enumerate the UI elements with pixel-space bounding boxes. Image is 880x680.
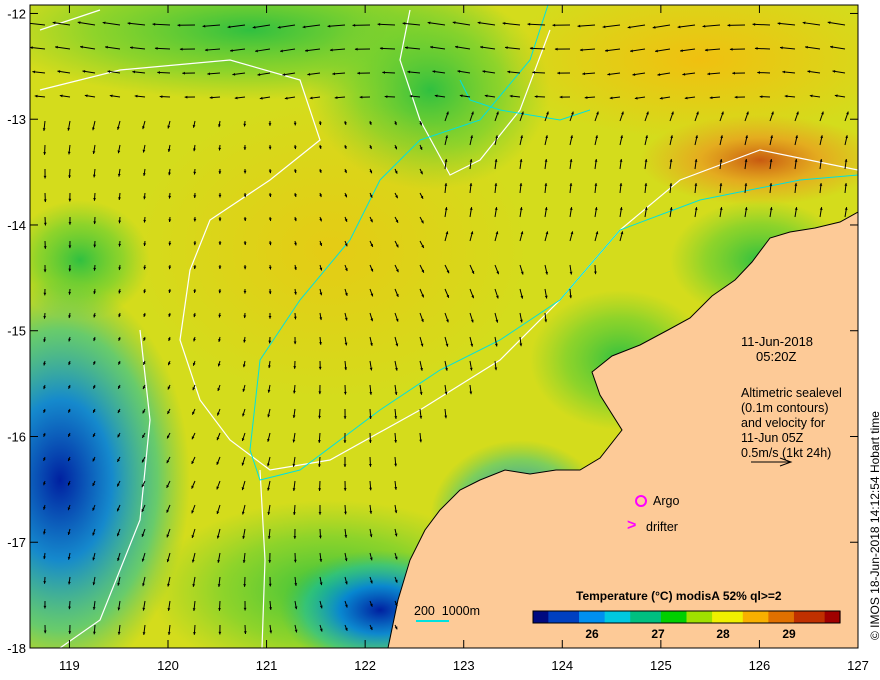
colorbar-segment xyxy=(635,611,642,623)
y-tick-label: -12 xyxy=(7,6,26,21)
x-tick-label: 120 xyxy=(157,658,179,673)
colorbar-segment xyxy=(640,611,647,623)
colorbar-segment xyxy=(768,611,775,623)
drifter-label: drifter xyxy=(646,520,678,534)
colorbar-segment xyxy=(706,611,713,623)
colorbar-segment xyxy=(533,611,539,623)
colorbar-segment xyxy=(681,611,688,623)
colorbar-segment xyxy=(655,611,662,623)
colorbar-segment xyxy=(758,611,764,623)
colorbar-segment xyxy=(568,611,575,623)
x-tick-label: 126 xyxy=(749,658,771,673)
colorbar-segment xyxy=(778,611,785,623)
colorbar-segment xyxy=(584,611,590,623)
y-tick-label: -14 xyxy=(7,218,26,233)
annotation-desc-line: 0.5m/s (1kt 24h) xyxy=(741,446,832,460)
annotation-desc-line: and velocity for xyxy=(741,416,826,430)
colorbar-segment xyxy=(737,611,744,623)
x-tick-label: 119 xyxy=(59,658,80,673)
annotation-time: 05:20Z xyxy=(756,349,797,364)
colorbar-segment xyxy=(824,611,831,623)
y-tick-label: -15 xyxy=(7,324,26,339)
bathymetry-legend-label: 200 1000m xyxy=(414,604,481,618)
colorbar-tick: 26 xyxy=(585,627,599,641)
y-tick-label: -13 xyxy=(7,112,26,127)
colorbar-segment xyxy=(676,611,682,623)
y-tick-label: -18 xyxy=(7,641,26,656)
colorbar-segment xyxy=(763,611,769,623)
colorbar-segment xyxy=(579,611,585,623)
drifter-marker-icon: > xyxy=(627,517,637,534)
colorbar-segment xyxy=(573,611,580,623)
y-tick-label: -17 xyxy=(7,535,26,550)
colorbar-segment xyxy=(691,611,698,623)
colorbar-segment xyxy=(732,611,739,623)
x-tick-label: 125 xyxy=(650,658,672,673)
colorbar-segment xyxy=(727,611,734,623)
colorbar-segment xyxy=(829,611,836,623)
colorbar-segment xyxy=(701,611,708,623)
annotation-desc-line: (0.1m contours) xyxy=(741,401,829,415)
colorbar-segment xyxy=(804,611,810,623)
colorbar-segment xyxy=(543,611,549,623)
colorbar-segment xyxy=(712,611,718,623)
colorbar-segment xyxy=(563,611,570,623)
colorbar-segment xyxy=(599,611,606,623)
x-tick-label: 122 xyxy=(354,658,376,673)
colorbar-segment xyxy=(625,611,631,623)
colorbar-segment xyxy=(666,611,672,623)
colorbar-segment xyxy=(819,611,826,623)
colorbar-segment xyxy=(717,611,723,623)
colorbar-segment xyxy=(686,611,693,623)
colorbar-segment xyxy=(630,611,636,623)
colorbar-segment xyxy=(747,611,754,623)
x-tick-label: 124 xyxy=(551,658,573,673)
colorbar-segment xyxy=(753,611,759,623)
colorbar xyxy=(532,610,841,624)
y-tick-label: -16 xyxy=(7,429,26,444)
x-tick-label: 127 xyxy=(847,658,869,673)
colorbar-segment xyxy=(809,611,816,623)
colorbar-segment xyxy=(604,611,611,623)
credit-text: © IMOS 18-Jun-2018 14:12:54 Hobart time xyxy=(868,411,880,640)
annotation-desc-line: Altimetric sealevel xyxy=(741,386,842,400)
colorbar-segment xyxy=(614,611,621,623)
annotation-desc-line: 11-Jun 05Z xyxy=(741,431,804,445)
colorbar-tick: 29 xyxy=(782,627,796,641)
x-tick-label: 123 xyxy=(453,658,475,673)
colorbar-segment xyxy=(538,611,544,623)
argo-label: Argo xyxy=(653,494,680,508)
colorbar-segment xyxy=(773,611,780,623)
colorbar-segment xyxy=(783,611,790,623)
colorbar-segment xyxy=(558,611,565,623)
colorbar-segment xyxy=(722,611,729,623)
colorbar-segment xyxy=(619,611,626,623)
colorbar-segment xyxy=(742,611,749,623)
colorbar-segment xyxy=(793,611,800,623)
colorbar-segment xyxy=(788,611,795,623)
colorbar-segment xyxy=(589,611,595,623)
colorbar-tick: 28 xyxy=(716,627,730,641)
annotation-description: Altimetric sealevel (0.1m contours) and ve… xyxy=(741,386,842,461)
colorbar-title: Temperature (°C) modisA 52% ql>=2 xyxy=(576,589,782,603)
colorbar-segment xyxy=(645,611,652,623)
colorbar-segment xyxy=(609,611,616,623)
annotation-date: 11-Jun-2018 xyxy=(741,334,814,349)
colorbar-tick: 27 xyxy=(651,627,665,641)
colorbar-segment xyxy=(594,611,601,623)
colorbar-segment xyxy=(696,611,703,623)
colorbar-segment xyxy=(650,611,657,623)
colorbar-segment xyxy=(548,611,555,623)
colorbar-segment xyxy=(660,611,667,623)
colorbar-segment xyxy=(814,611,821,623)
colorbar-segment xyxy=(799,611,805,623)
colorbar-segment xyxy=(671,611,677,623)
x-tick-label: 121 xyxy=(256,658,278,673)
colorbar-segment xyxy=(553,611,560,623)
